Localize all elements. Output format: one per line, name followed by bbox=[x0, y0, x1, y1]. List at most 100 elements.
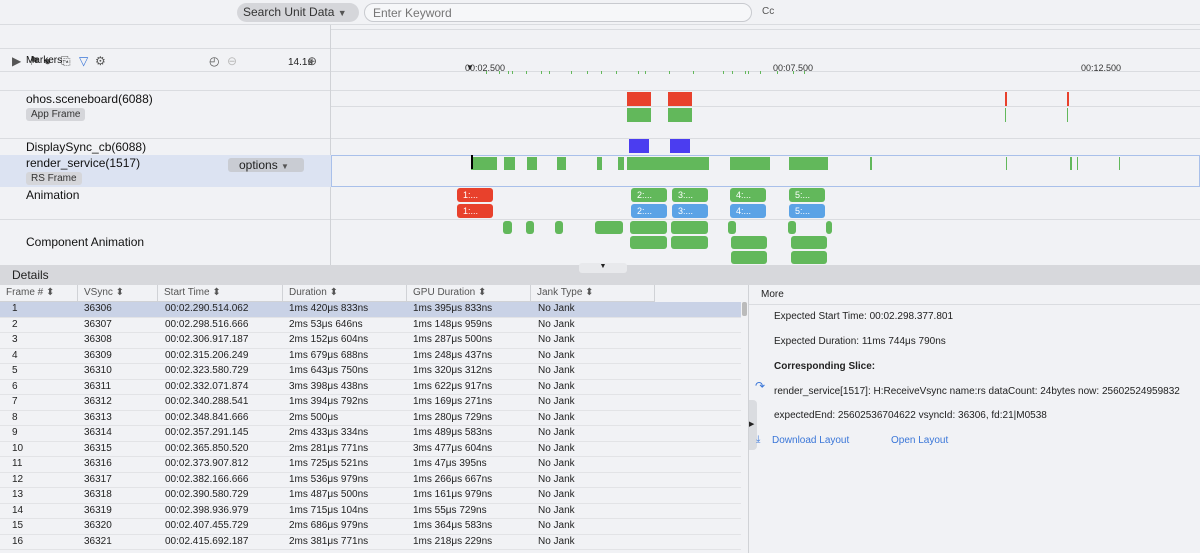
search-unit-dropdown[interactable]: Search Unit Data ▼ bbox=[237, 3, 359, 22]
displaysync-slice[interactable] bbox=[629, 139, 649, 153]
filter-icon[interactable]: ▽ bbox=[79, 54, 88, 68]
component-animation-slice[interactable] bbox=[731, 251, 767, 264]
animation-slice[interactable]: 2:... bbox=[631, 204, 667, 218]
rs-frame-slice[interactable] bbox=[1006, 157, 1007, 170]
column-header[interactable]: Jank Type ⬍ bbox=[531, 285, 655, 302]
table-row[interactable]: 11 36316 00:02.373.907.812 1ms 725μs 521ns 1… bbox=[0, 457, 741, 473]
marker-tick[interactable] bbox=[669, 71, 670, 74]
marker-tick[interactable] bbox=[693, 71, 694, 74]
component-animation-slice[interactable] bbox=[671, 221, 708, 234]
component-animation-slice[interactable] bbox=[555, 221, 563, 234]
marker-tick[interactable] bbox=[745, 71, 746, 74]
import-icon[interactable]: ⎘ bbox=[61, 54, 71, 69]
marker-tick[interactable] bbox=[508, 71, 509, 74]
app-frame-normal[interactable] bbox=[668, 108, 692, 122]
table-row[interactable]: 4 36309 00:02.315.206.249 1ms 679μs 688ns 1m… bbox=[0, 349, 741, 364]
app-frame-jank[interactable] bbox=[668, 92, 692, 106]
marker-tick[interactable] bbox=[526, 71, 527, 74]
component-animation-slice[interactable] bbox=[731, 236, 767, 249]
marker-tick[interactable] bbox=[587, 71, 588, 74]
rs-frame-slice[interactable] bbox=[471, 157, 497, 170]
table-row[interactable]: 5 36310 00:02.323.580.729 1ms 643μs 750ns 1m… bbox=[0, 364, 741, 380]
component-animation-slice[interactable] bbox=[788, 221, 796, 234]
column-header[interactable]: Start Time ⬍ bbox=[158, 285, 283, 302]
marker-tick[interactable] bbox=[793, 71, 794, 74]
table-row[interactable]: 14 36319 00:02.398.936.979 1ms 715μs 104ns 1… bbox=[0, 504, 741, 519]
component-animation-slice[interactable] bbox=[791, 251, 827, 264]
marker-tick[interactable] bbox=[616, 71, 617, 74]
component-animation-slice[interactable] bbox=[630, 236, 667, 249]
component-animation-slice[interactable] bbox=[826, 221, 832, 234]
animation-slice[interactable]: 5:... bbox=[789, 188, 825, 202]
component-animation-slice[interactable] bbox=[791, 236, 827, 249]
zoom-out-icon[interactable]: ⊖ bbox=[227, 54, 237, 68]
rs-frame-slice[interactable] bbox=[1070, 157, 1072, 170]
table-row[interactable]: 6 36311 00:02.332.071.874 3ms 398μs 438ns 1m… bbox=[0, 380, 741, 395]
rs-frame-slice[interactable] bbox=[627, 157, 709, 170]
reset-zoom-icon[interactable]: ◴ bbox=[209, 54, 219, 68]
marker-tick[interactable] bbox=[760, 71, 761, 74]
app-frame-jank[interactable] bbox=[1005, 92, 1007, 106]
animation-slice[interactable]: 4:... bbox=[730, 188, 766, 202]
table-row[interactable]: 7 36312 00:02.340.288.541 1ms 394μs 792ns 1m… bbox=[0, 395, 741, 411]
animation-slice[interactable]: 3:... bbox=[672, 188, 708, 202]
rs-frame-slice[interactable] bbox=[618, 157, 624, 170]
rs-frame-slice[interactable] bbox=[597, 157, 602, 170]
table-row[interactable]: 3 36308 00:02.306.917.187 2ms 152μs 604ns 1m… bbox=[0, 333, 741, 349]
rs-frame-slice[interactable] bbox=[789, 157, 828, 170]
rs-frame-slice[interactable] bbox=[1119, 157, 1120, 170]
zoom-in-icon[interactable]: ⊕ bbox=[307, 54, 317, 68]
open-layout-link[interactable]: Open Layout bbox=[891, 435, 948, 446]
table-row[interactable]: 13 36318 00:02.390.580.729 1ms 487μs 500ns 1… bbox=[0, 488, 741, 504]
table-row[interactable]: 1 36306 00:02.290.514.062 1ms 420μs 833ns 1m… bbox=[0, 302, 741, 318]
match-case-button[interactable]: Cc bbox=[762, 6, 774, 17]
marker-tick[interactable] bbox=[638, 71, 639, 74]
column-header[interactable]: VSync ⬍ bbox=[78, 285, 158, 302]
rs-frame-slice[interactable] bbox=[730, 157, 770, 170]
app-frame-normal[interactable] bbox=[627, 108, 651, 122]
column-header[interactable]: GPU Duration ⬍ bbox=[407, 285, 531, 302]
animation-slice[interactable]: 1:... bbox=[457, 188, 493, 202]
marker-tick[interactable] bbox=[486, 71, 487, 74]
download-icon[interactable]: ⤓ bbox=[756, 434, 760, 445]
column-header[interactable]: Duration ⬍ bbox=[283, 285, 407, 302]
marker-tick[interactable] bbox=[748, 71, 749, 74]
table-row[interactable]: 15 36320 00:02.407.455.729 2ms 686μs 979ns 1… bbox=[0, 519, 741, 535]
table-row[interactable]: 16 36321 00:02.415.692.187 2ms 381μs 771ns 1… bbox=[0, 535, 741, 550]
marker-tick[interactable] bbox=[571, 71, 572, 74]
table-row[interactable]: 12 36317 00:02.382.166.666 1ms 536μs 979ns 1… bbox=[0, 473, 741, 488]
app-frame-normal[interactable] bbox=[1067, 108, 1068, 122]
animation-slice[interactable]: 1:... bbox=[457, 204, 493, 218]
table-row[interactable]: 9 36314 00:02.357.291.145 2ms 433μs 334ns 1m… bbox=[0, 426, 741, 442]
displaysync-slice[interactable] bbox=[670, 139, 690, 153]
current-time-cursor[interactable] bbox=[471, 155, 473, 169]
marker-tick[interactable] bbox=[541, 71, 542, 74]
download-layout-link[interactable]: Download Layout bbox=[772, 435, 849, 446]
animation-slice[interactable]: 4:... bbox=[730, 204, 766, 218]
collapse-panel-icon[interactable]: ▼ bbox=[579, 263, 627, 273]
rs-frame-slice[interactable] bbox=[527, 157, 537, 170]
marker-tick[interactable] bbox=[645, 71, 646, 74]
table-row[interactable]: 2 36307 00:02.298.516.666 2ms 53μs 646ns 1ms… bbox=[0, 318, 741, 333]
rs-frame-slice[interactable] bbox=[1077, 157, 1078, 170]
component-animation-slice[interactable] bbox=[671, 236, 708, 249]
settings-icon[interactable]: ⚙ bbox=[95, 54, 106, 68]
component-animation-slice[interactable] bbox=[503, 221, 512, 234]
app-frame-normal[interactable] bbox=[1005, 108, 1006, 122]
table-scrollbar[interactable] bbox=[742, 302, 747, 316]
animation-slice[interactable]: 5:... bbox=[789, 204, 825, 218]
app-frame-jank[interactable] bbox=[1067, 92, 1069, 106]
rs-frame-slice[interactable] bbox=[870, 157, 872, 170]
marker-tick[interactable] bbox=[512, 71, 513, 74]
component-animation-slice[interactable] bbox=[595, 221, 623, 234]
timeline-area[interactable]: 00:02.500 00:07.500 00:12.500 ▼ 1:... 1:.… bbox=[331, 25, 1200, 265]
rs-frame-slice[interactable] bbox=[504, 157, 515, 170]
play-icon[interactable]: ▶ bbox=[12, 54, 21, 68]
marker-tick[interactable] bbox=[499, 71, 500, 74]
rs-frame-slice[interactable] bbox=[557, 157, 566, 170]
marker-tick[interactable] bbox=[601, 71, 602, 74]
marker-tick[interactable] bbox=[732, 71, 733, 74]
marker-tick[interactable] bbox=[777, 71, 778, 74]
options-dropdown[interactable]: options ▼ bbox=[228, 158, 304, 172]
app-frame-jank[interactable] bbox=[627, 92, 651, 106]
